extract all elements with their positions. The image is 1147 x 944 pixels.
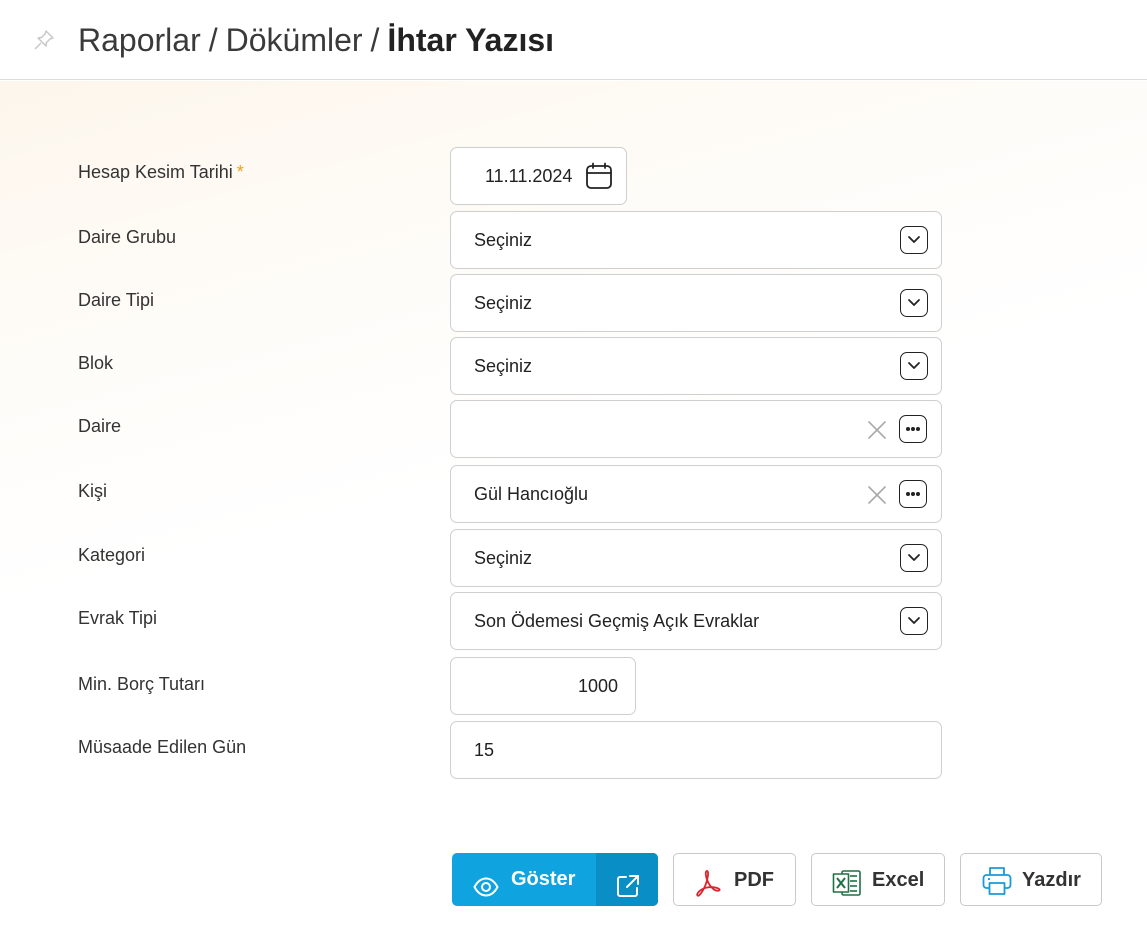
pdf-button-label: PDF	[734, 869, 774, 891]
evrak-tipi-label: Evrak Tipi	[78, 608, 158, 628]
breadcrumb-dokumler[interactable]: Dökümler	[226, 22, 363, 58]
select-value: Seçiniz	[474, 293, 533, 313]
excel-icon	[832, 866, 862, 919]
hesap-kesim-tarihi-field[interactable]: 11.11.2024	[450, 147, 627, 205]
evrak-tipi-select[interactable]: Son Ödemesi Geçmiş Açık Evraklar	[450, 592, 942, 650]
breadcrumb-separator: /	[370, 22, 380, 58]
chevron-down-icon[interactable]	[900, 226, 928, 254]
clear-icon[interactable]	[868, 421, 886, 439]
hesap-kesim-tarihi-label: Hesap Kesim Tarihi *	[78, 162, 244, 182]
blok-label: Blok	[78, 353, 114, 373]
page-header: Raporlar / Dökümler / İhtar Yazısı	[0, 0, 1147, 80]
more-icon[interactable]	[899, 480, 927, 508]
breadcrumb-separator: /	[208, 22, 218, 58]
printer-icon	[981, 865, 1013, 918]
select-value: Seçiniz	[474, 356, 533, 376]
daire-tipi-label: Daire Tipi	[78, 290, 155, 310]
input-value: 1000	[577, 676, 618, 696]
daire-grubu-label: Daire Grubu	[78, 227, 177, 247]
musaade-edilen-gun-input[interactable]: 15	[450, 721, 942, 779]
kategori-select[interactable]: Seçiniz	[450, 529, 942, 587]
daire-label: Daire	[78, 416, 122, 436]
min-borc-tutari-input[interactable]: 1000	[450, 657, 636, 715]
excel-button-label: Excel	[872, 869, 925, 891]
page-title: İhtar Yazısı	[387, 22, 555, 58]
chevron-down-icon[interactable]	[900, 352, 928, 380]
kisi-label: Kişi	[78, 481, 108, 501]
eye-icon	[473, 867, 499, 906]
required-mark: *	[236, 162, 244, 182]
chevron-down-icon[interactable]	[900, 607, 928, 635]
kategori-label: Kategori	[78, 545, 146, 565]
lookup-value: Gül Hancıoğlu	[474, 484, 589, 504]
excel-button[interactable]: Excel	[811, 853, 945, 906]
musaade-edilen-gun-label: Müsaade Edilen Gün	[78, 737, 247, 757]
select-value: Son Ödemesi Geçmiş Açık Evraklar	[474, 611, 760, 631]
print-button-label: Yazdır	[1022, 869, 1081, 891]
select-value: Seçiniz	[474, 548, 533, 568]
pdf-icon	[693, 866, 723, 919]
print-button[interactable]: Yazdır	[960, 853, 1102, 906]
daire-tipi-select[interactable]: Seçiniz	[450, 274, 942, 332]
blok-select[interactable]: Seçiniz	[450, 337, 942, 395]
breadcrumb: Raporlar / Dökümler / İhtar Yazısı	[78, 20, 554, 60]
daire-lookup[interactable]	[450, 400, 942, 458]
input-value: 15	[474, 740, 495, 760]
show-button-group: Göster	[452, 853, 658, 906]
min-borc-tutari-label: Min. Borç Tutarı	[78, 674, 206, 694]
clear-icon[interactable]	[868, 486, 886, 504]
show-button[interactable]: Göster	[452, 853, 596, 906]
pin-icon[interactable]	[32, 28, 56, 52]
chevron-down-icon[interactable]	[900, 544, 928, 572]
show-button-label: Göster	[511, 868, 576, 890]
breadcrumb-raporlar[interactable]: Raporlar	[78, 22, 201, 58]
pdf-button[interactable]: PDF	[673, 853, 796, 906]
chevron-down-icon[interactable]	[900, 289, 928, 317]
open-in-new-window-button[interactable]	[596, 853, 658, 906]
external-link-icon	[615, 867, 641, 906]
daire-grubu-select[interactable]: Seçiniz	[450, 211, 942, 269]
kisi-lookup[interactable]: Gül Hancıoğlu	[450, 465, 942, 523]
select-value: Seçiniz	[474, 230, 533, 250]
date-value: 11.11.2024	[485, 166, 573, 186]
calendar-icon[interactable]	[585, 162, 613, 195]
more-icon[interactable]	[899, 415, 927, 443]
